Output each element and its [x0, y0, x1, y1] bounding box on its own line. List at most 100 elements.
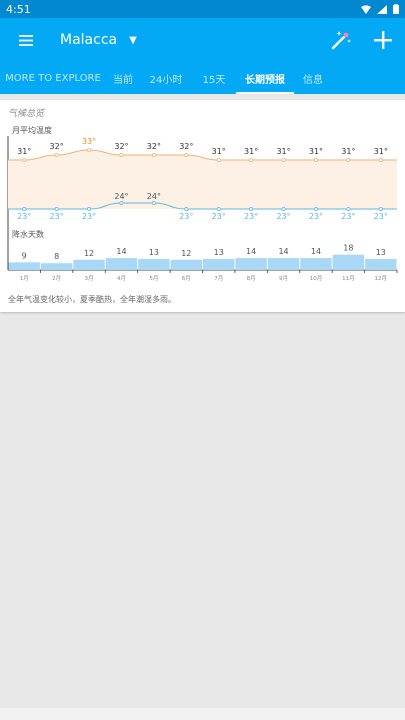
rain-value-label: 8 [54, 252, 59, 261]
high-temp-point [313, 158, 318, 163]
low-temp-label: 24° [147, 192, 161, 201]
high-temp-label: 31° [244, 147, 258, 156]
low-temp-label: 23° [341, 212, 355, 221]
rain-bar [8, 262, 40, 270]
battery-icon [393, 4, 399, 14]
low-temp-point [151, 201, 156, 206]
low-temp-label: 23° [50, 212, 64, 221]
low-temp-label: 23° [82, 212, 96, 221]
low-temp-point [119, 201, 124, 206]
add-location-icon[interactable] [361, 18, 405, 62]
rain-value-label: 9 [22, 251, 27, 260]
low-temp-point [378, 207, 383, 212]
rain-bar [332, 254, 365, 270]
low-temp-point [87, 207, 92, 212]
low-temp-point [54, 207, 59, 212]
low-temp-label: 23° [17, 212, 31, 221]
rain-value-label: 12 [181, 249, 191, 258]
x-tick-label: 10月 [310, 275, 323, 282]
climate-overview-card: 气候总览 月平均温度 降水天数 31° 32° 33° 32° 32° 32° 31° 31°… [0, 100, 405, 312]
low-temp-point [249, 207, 254, 212]
low-temp-label: 23° [244, 212, 258, 221]
rain-bar [138, 258, 170, 270]
x-tick-label: 9月 [279, 275, 288, 282]
tab-label: 24小时 [149, 74, 183, 86]
high-temp-label: 32° [147, 142, 161, 151]
tab-current[interactable]: 当前 [106, 62, 140, 94]
x-tick-label: 2月 [52, 275, 61, 282]
tab-15-days[interactable]: 15天 [192, 62, 236, 94]
high-temp-label: 31° [341, 147, 355, 156]
low-temp-label: 23° [276, 212, 290, 221]
low-temp-label: 23° [179, 212, 193, 221]
location-dropdown-icon[interactable]: ▼ [129, 35, 137, 46]
app-bar: Malacca ▼ [0, 18, 405, 62]
rain-value-label: 14 [246, 247, 256, 256]
high-temp-label: 31° [309, 147, 323, 156]
high-temp-label: 31° [212, 147, 226, 156]
high-temp-point [281, 158, 286, 163]
x-tick-label: 4月 [117, 275, 126, 282]
x-tick-label: 1月 [20, 275, 29, 282]
x-tick-label: 11月 [342, 275, 355, 282]
rain-value-label: 14 [278, 247, 288, 256]
status-time: 4:51 [6, 2, 31, 16]
high-temp-point [249, 158, 254, 163]
rain-bar [170, 259, 202, 270]
low-temp-point [313, 207, 318, 212]
high-temp-label: 32° [114, 142, 128, 151]
high-temp-point [119, 153, 124, 158]
x-tick-label: 3月 [85, 275, 94, 282]
rain-bar [73, 259, 105, 270]
wifi-icon [361, 4, 371, 14]
rain-value-label: 18 [343, 244, 353, 253]
high-temp-label: 33° [82, 137, 96, 146]
rain-bar [267, 258, 300, 270]
signal-icon [377, 4, 387, 14]
x-tick-label: 5月 [149, 275, 158, 282]
tab-24-hours[interactable]: 24小时 [140, 62, 192, 94]
location-name[interactable]: Malacca [60, 32, 117, 48]
low-temp-point [346, 207, 351, 212]
x-tick-label: 6月 [182, 275, 191, 282]
high-temp-point [346, 158, 351, 163]
low-temp-label: 23° [212, 212, 226, 221]
tab-label: 当前 [113, 74, 133, 86]
climate-chart: 31° 32° 33° 32° 32° 32° 31° 31° 31° 31° 31° 31° 23° 2… [7, 136, 398, 282]
high-temp-area [8, 150, 397, 209]
tab-more-to-explore[interactable]: MORE TO EXPLORE [0, 62, 106, 94]
tab-label: 长期预报 [245, 74, 285, 86]
tab-label: MORE TO EXPLORE [5, 72, 101, 84]
tab-long-term-forecast[interactable]: 长期预报 [236, 62, 294, 94]
magic-wand-icon[interactable] [321, 18, 361, 62]
low-temp-point [216, 207, 221, 212]
high-temp-label: 31° [17, 147, 31, 156]
tab-bar: MORE TO EXPLORE 当前 24小时 15天 长期预报 信息 [0, 62, 405, 94]
low-temp-label: 24° [114, 192, 128, 201]
high-temp-label: 31° [374, 147, 388, 156]
x-tick-label: 8月 [247, 275, 256, 282]
rain-value-label: 13 [376, 248, 386, 257]
high-temp-point [87, 148, 92, 153]
high-temp-point [54, 153, 59, 158]
rain-value-label: 12 [84, 249, 94, 258]
low-temp-point [281, 207, 286, 212]
tab-label: 15天 [202, 74, 226, 86]
menu-icon[interactable] [0, 18, 52, 62]
high-temp-point [216, 158, 221, 163]
rain-bar [203, 258, 235, 270]
low-temp-label: 23° [309, 212, 323, 221]
low-temp-point [22, 207, 27, 212]
rain-value-label: 14 [116, 247, 126, 256]
rain-value-label: 13 [149, 248, 159, 257]
high-temp-point [378, 158, 383, 163]
high-temp-label: 32° [179, 142, 193, 151]
rain-bar [300, 258, 332, 270]
low-temp-label: 23° [374, 212, 388, 221]
tab-info[interactable]: 信息 [294, 62, 332, 94]
navigation-bar [0, 708, 405, 720]
status-bar: 4:51 [0, 0, 405, 18]
tab-label: 信息 [303, 74, 323, 86]
high-temp-label: 32° [50, 142, 64, 151]
high-temp-point [22, 158, 27, 163]
